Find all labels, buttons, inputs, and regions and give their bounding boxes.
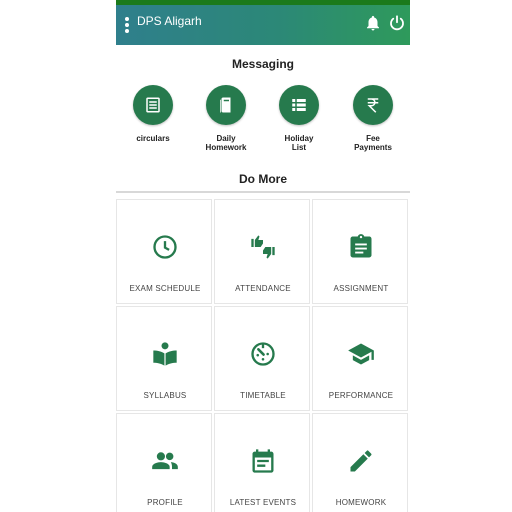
tile-label: EXAM SCHEDULE [129,284,201,293]
fee-payments-button[interactable] [353,85,393,125]
messaging-title: Messaging [231,57,294,71]
tile-assignment[interactable]: ASSIGNMENT [312,199,408,304]
rupee-icon [367,98,379,113]
document-icon [146,97,160,113]
tile-latest-events[interactable]: LATEST EVENTS [214,413,310,512]
calendar-icon [252,449,274,473]
list-icon [292,99,306,111]
tile-label: PERFORMANCE [328,391,394,400]
book-icon [220,97,231,113]
msg-label: circulars [136,134,170,143]
app-header: DPS Aligarh [116,5,410,45]
divider [116,191,410,193]
msg-label: Daily Homework [205,134,247,152]
tile-label: PROFILE [147,498,183,507]
pencil-icon [350,450,372,472]
tile-attendance[interactable]: ATTENDANCE [214,199,310,304]
tile-label: LATEST EVENTS [229,498,297,507]
messaging-item-fee-payments[interactable]: Fee Payments [343,85,403,152]
tile-label: SYLLABUS [143,391,187,400]
graduation-cap-icon [348,343,374,365]
clipboard-icon [350,234,372,258]
messaging-item-holiday-list[interactable]: Holiday List [269,85,329,152]
messaging-item-circulars[interactable]: circulars [123,85,183,143]
clock-icon [153,235,177,259]
people-icon [152,452,178,470]
thumbs-icon [251,235,275,259]
app-title: DPS Aligarh [137,14,202,28]
power-icon[interactable] [388,14,406,32]
tile-performance[interactable]: PERFORMANCE [312,306,408,411]
msg-label: Holiday List [284,134,314,152]
do-more-title: Do More [239,172,287,186]
tile-homework[interactable]: HOMEWORK [312,413,408,512]
tile-syllabus[interactable]: SYLLABUS [116,306,212,411]
timer-icon [251,342,275,366]
tile-profile[interactable]: PROFILE [116,413,212,512]
tile-label: ATTENDANCE [235,284,291,293]
menu-dots-icon[interactable] [124,17,130,33]
msg-label: Fee Payments [354,134,392,152]
messaging-item-daily-homework[interactable]: Daily Homework [196,85,256,152]
messaging-row: circulars Daily Homework Holiday List Fe… [116,85,410,165]
reader-icon [153,342,177,366]
tile-timetable[interactable]: TIMETABLE [214,306,310,411]
tile-label: ASSIGNMENT [333,284,389,293]
bell-icon[interactable] [364,14,382,32]
circulars-button[interactable] [133,85,173,125]
holiday-list-button[interactable] [279,85,319,125]
app-screen: DPS Aligarh Messaging circulars Daily Ho… [116,0,410,512]
tile-exam-schedule[interactable]: EXAM SCHEDULE [116,199,212,304]
daily-homework-button[interactable] [206,85,246,125]
tile-label: TIMETABLE [240,391,286,400]
tile-label: HOMEWORK [335,498,387,507]
